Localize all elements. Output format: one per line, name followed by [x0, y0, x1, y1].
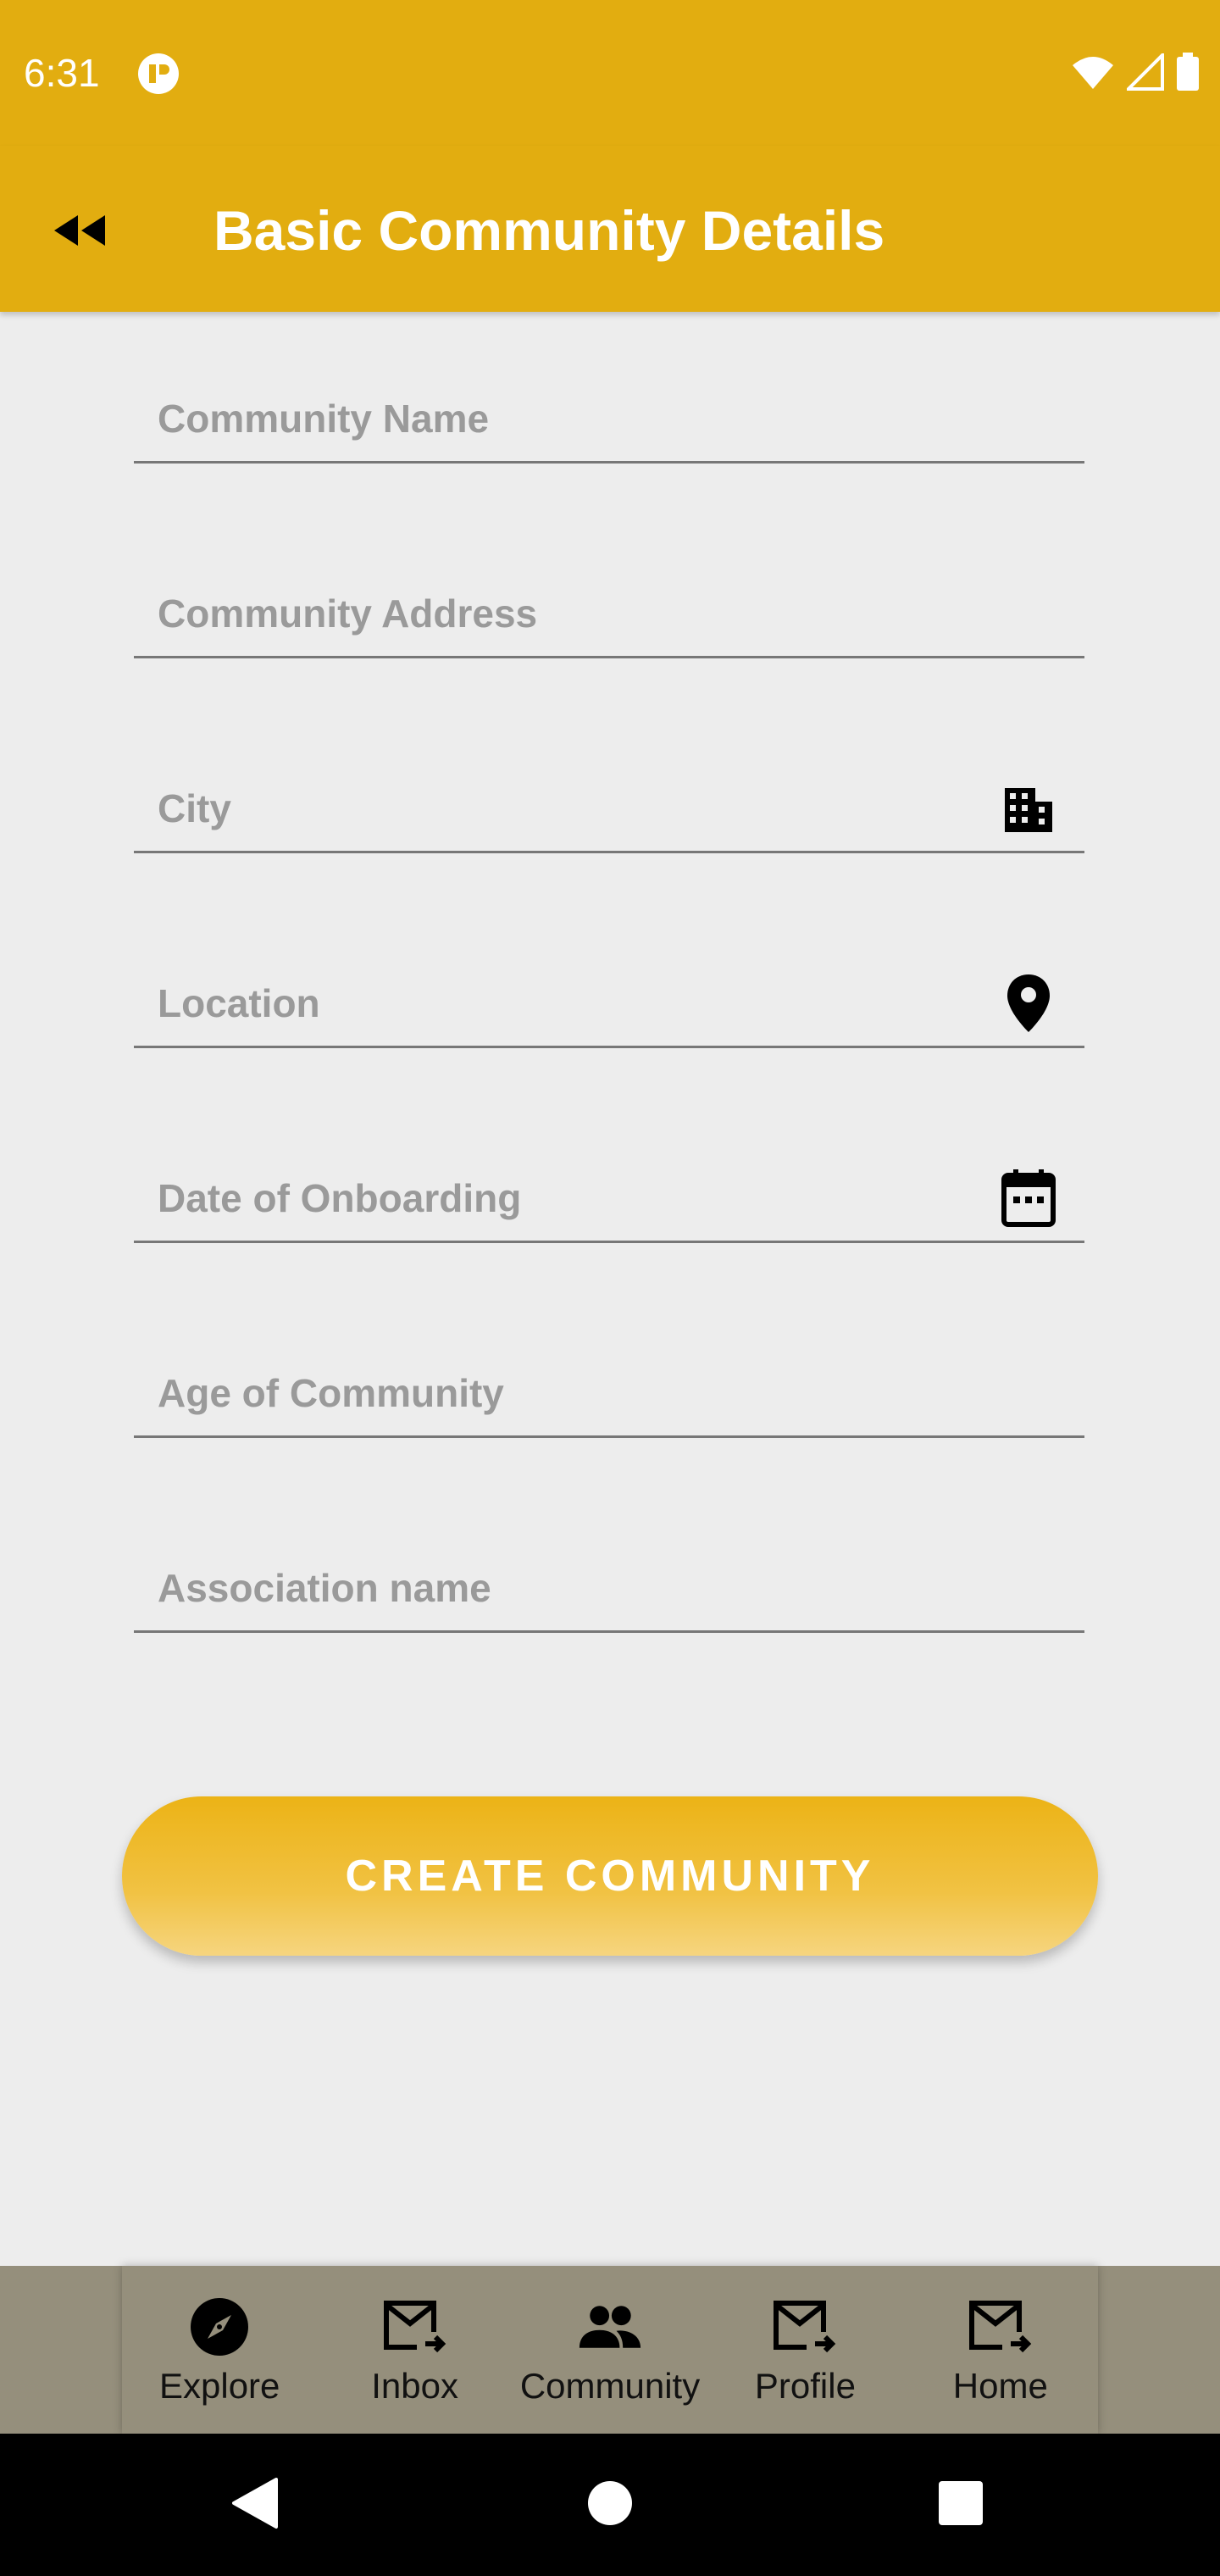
system-recents-button[interactable]: [923, 2468, 998, 2542]
nav-item-community[interactable]: Community: [513, 2266, 707, 2434]
nav-label-home: Home: [952, 2366, 1048, 2406]
people-icon: [578, 2295, 642, 2359]
nav-label-community: Community: [519, 2366, 701, 2406]
compass-icon: [187, 2295, 252, 2359]
app-notification-icon: [137, 53, 180, 95]
home-circle-icon: [586, 2479, 634, 2531]
signal-icon: [1124, 50, 1164, 95]
building-icon[interactable]: [996, 776, 1061, 841]
nav-item-inbox[interactable]: Inbox: [317, 2266, 512, 2434]
date-of-onboarding-field[interactable]: [134, 1156, 1084, 1243]
age-of-community-field[interactable]: [134, 1351, 1084, 1438]
system-navigation-bar: [0, 2434, 1220, 2576]
wifi-icon: [1071, 53, 1115, 95]
age-of-community-input[interactable]: [158, 1366, 971, 1420]
fast-rewind-icon: [53, 214, 107, 252]
location-field[interactable]: [134, 961, 1084, 1048]
recents-square-icon: [937, 2479, 984, 2531]
community-address-field[interactable]: [134, 571, 1084, 658]
nav-item-explore[interactable]: Explore: [122, 2266, 317, 2434]
status-time: 6:31: [24, 51, 100, 95]
community-name-input[interactable]: [158, 391, 971, 446]
app-bar: Basic Community Details: [0, 146, 1220, 312]
nav-item-home[interactable]: Home: [903, 2266, 1098, 2434]
city-field[interactable]: [134, 766, 1084, 853]
status-bar: 6:31: [0, 0, 1220, 146]
location-input[interactable]: [158, 976, 971, 1030]
back-triangle-icon: [229, 2476, 280, 2534]
back-button[interactable]: [44, 197, 115, 268]
association-name-input[interactable]: [158, 1561, 971, 1615]
calendar-icon[interactable]: [996, 1166, 1061, 1230]
bottom-navigation: Explore Inbox Community Profile Home: [122, 2266, 1098, 2434]
system-back-button[interactable]: [217, 2468, 291, 2542]
mail-forward-icon: [968, 2295, 1033, 2359]
status-icons: [1071, 50, 1200, 96]
city-input[interactable]: [158, 781, 971, 836]
mail-forward-icon: [773, 2295, 837, 2359]
nav-label-profile: Profile: [754, 2366, 856, 2406]
nav-label-inbox: Inbox: [371, 2366, 458, 2406]
location-pin-icon[interactable]: [996, 971, 1061, 1035]
community-address-input[interactable]: [158, 586, 971, 641]
community-name-field[interactable]: [134, 376, 1084, 464]
association-name-field[interactable]: [134, 1546, 1084, 1633]
nav-item-profile[interactable]: Profile: [707, 2266, 902, 2434]
mail-forward-icon: [383, 2295, 447, 2359]
nav-label-explore: Explore: [159, 2366, 280, 2406]
date-of-onboarding-input[interactable]: [158, 1171, 971, 1225]
system-home-button[interactable]: [573, 2468, 647, 2542]
create-community-button[interactable]: CREATE COMMUNITY: [122, 1796, 1098, 1956]
battery-icon: [1176, 52, 1200, 96]
page-title: Basic Community Details: [214, 199, 885, 262]
